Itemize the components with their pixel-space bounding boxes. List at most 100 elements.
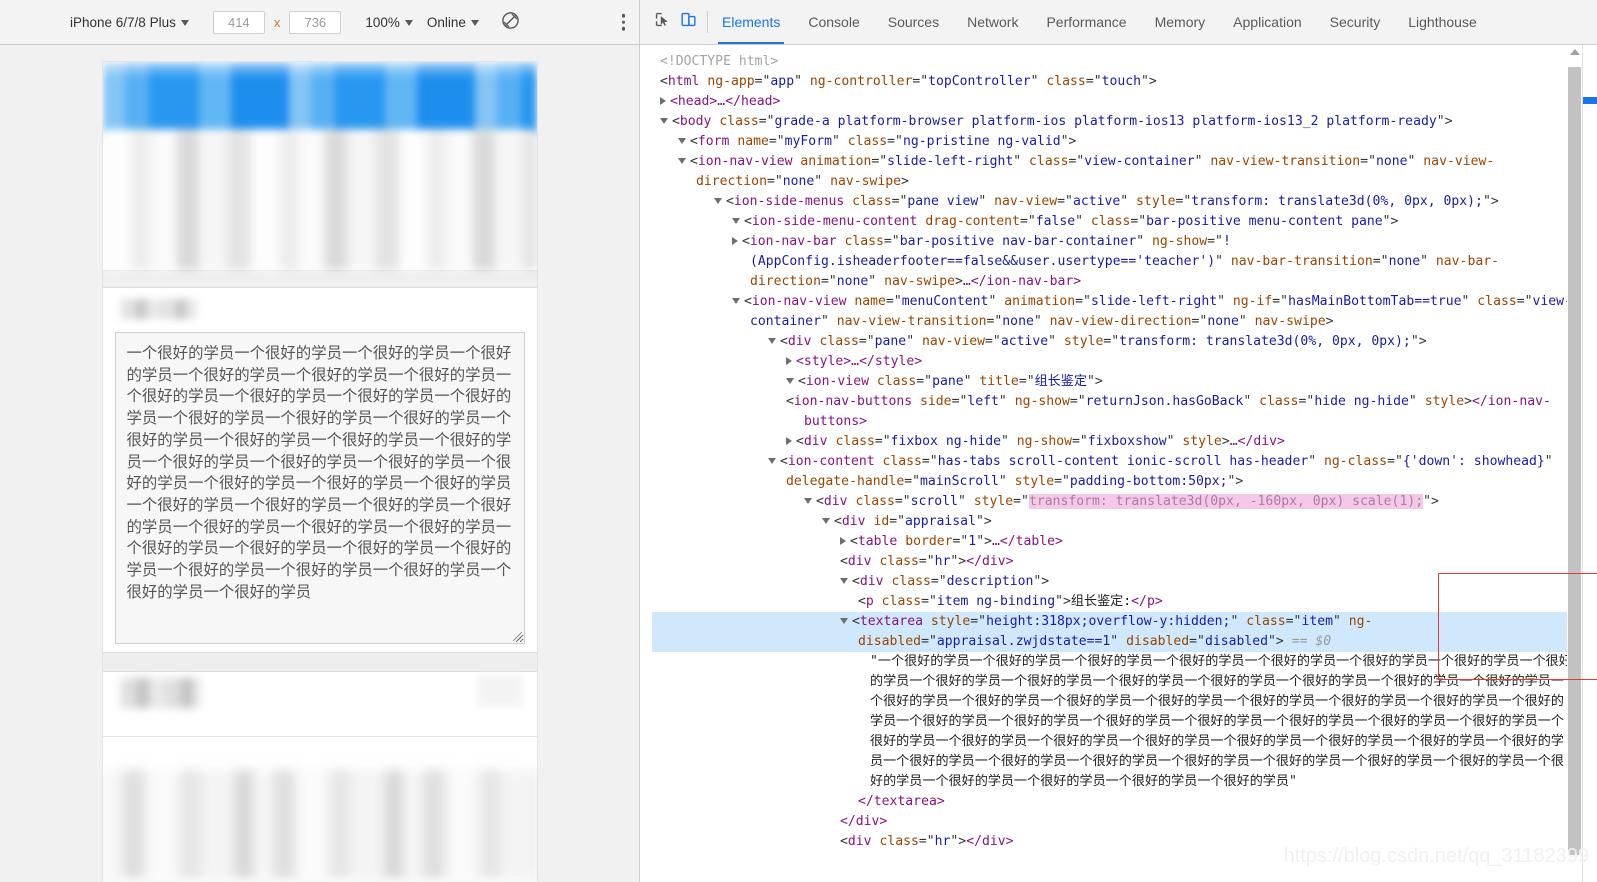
dom-node-ion-nav-bar[interactable]: <ion-nav-bar class="bar-positive nav-bar… xyxy=(652,232,1597,292)
collapse-arrow-icon[interactable] xyxy=(660,118,668,124)
bottom-tabs-blurred xyxy=(102,770,537,880)
dot xyxy=(621,13,625,18)
next-section-label-blurred xyxy=(102,672,537,736)
chevron-down-icon xyxy=(180,20,189,26)
devtools-window-scrollbar[interactable] xyxy=(1582,45,1597,882)
dom-node-p-item[interactable]: <p class="item ng-binding">组长鉴定:</p> xyxy=(652,592,1597,612)
collapse-arrow-icon[interactable] xyxy=(768,458,776,464)
device-emulation-pane: iPhone 6/7/8 Plus 414 x 736 100% Online xyxy=(0,0,640,882)
throttling-selector[interactable]: Online xyxy=(427,15,479,30)
collapse-arrow-icon[interactable] xyxy=(732,218,740,224)
collapse-arrow-icon[interactable] xyxy=(840,618,848,624)
collapse-arrow-icon[interactable] xyxy=(732,298,740,304)
viewport-height-value: 736 xyxy=(304,14,327,30)
hr-divider xyxy=(102,652,537,672)
dom-node-style[interactable]: <style>…</style> xyxy=(652,352,1597,372)
tab-elements[interactable]: Elements xyxy=(708,0,794,44)
collapse-arrow-icon[interactable] xyxy=(678,158,686,164)
collapse-arrow-icon[interactable] xyxy=(822,518,830,524)
watermark: https://blog.csdn.net/qq_31182399 xyxy=(1283,845,1589,867)
dimension-separator: x xyxy=(273,14,281,30)
dom-node-description-close[interactable]: </div> xyxy=(652,812,1597,832)
collapse-arrow-icon[interactable] xyxy=(714,198,722,204)
devtools-tabbar: Elements Console Sources Network Perform… xyxy=(640,0,1597,45)
appraisal-textarea[interactable]: 一个很好的学员一个很好的学员一个很好的学员一个很好的学员一个很好的学员一个很好的… xyxy=(114,332,525,644)
tab-application[interactable]: Application xyxy=(1219,0,1316,44)
expand-arrow-icon[interactable] xyxy=(786,357,792,365)
appraisal-table-blurred xyxy=(102,130,537,270)
tab-network[interactable]: Network xyxy=(953,0,1032,44)
tab-performance[interactable]: Performance xyxy=(1032,0,1140,44)
zoom-selector[interactable]: 100% xyxy=(365,15,413,30)
rotate-icon[interactable] xyxy=(501,11,520,33)
dom-node-doctype[interactable]: <!DOCTYPE html> xyxy=(652,52,1597,72)
expand-arrow-icon[interactable] xyxy=(840,537,846,545)
tab-sources[interactable]: Sources xyxy=(874,0,953,44)
throttling-label: Online xyxy=(426,14,466,30)
chevron-down-icon xyxy=(404,20,413,26)
dom-node-textarea-text[interactable]: "一个很好的学员一个很好的学员一个很好的学员一个很好的学员一个很好的学员一个很好… xyxy=(652,652,1597,792)
device-toolbar-more-options-button[interactable] xyxy=(621,13,625,31)
scrollbar-position-marker[interactable] xyxy=(1583,97,1597,104)
device-toolbar-icon[interactable] xyxy=(680,11,697,33)
dom-node-body[interactable]: <body class="grade-a platform-browser pl… xyxy=(652,112,1597,132)
dom-node-ion-nav-buttons[interactable]: <ion-nav-buttons side="left" ng-show="re… xyxy=(652,392,1597,432)
dom-node-fixbox[interactable]: <div class="fixbox ng-hide" ng-show="fix… xyxy=(652,432,1597,452)
expand-arrow-icon[interactable] xyxy=(786,437,792,445)
dot xyxy=(621,20,625,24)
expand-arrow-icon[interactable] xyxy=(732,237,738,245)
p-item-text: 组长鉴定: xyxy=(1070,594,1132,609)
dom-node-ion-view[interactable]: <ion-view class="pane" title="组长鉴定"> xyxy=(652,372,1597,392)
device-toolbar: iPhone 6/7/8 Plus 414 x 736 100% Online xyxy=(0,0,639,45)
device-selector[interactable]: iPhone 6/7/8 Plus xyxy=(70,15,189,30)
hr-divider xyxy=(102,270,537,288)
viewport-width-input[interactable]: 414 xyxy=(212,10,265,34)
app-header-blurred xyxy=(102,62,537,134)
dom-node-ion-nav-view-1[interactable]: <ion-nav-view animation="slide-left-righ… xyxy=(652,152,1597,192)
dom-node-head[interactable]: <head>…</head> xyxy=(652,92,1597,112)
tab-console[interactable]: Console xyxy=(794,0,873,44)
dom-node-hr-div-1[interactable]: <div class="hr"></div> xyxy=(652,552,1597,572)
viewport-width-value: 414 xyxy=(227,14,250,30)
dom-node-ion-nav-view-2[interactable]: <ion-nav-view name="menuContent" animati… xyxy=(652,292,1597,332)
zoom-label: 100% xyxy=(365,14,400,30)
collapse-arrow-icon[interactable] xyxy=(804,498,812,504)
collapse-arrow-icon[interactable] xyxy=(786,378,794,384)
highlighted-style-value: transform: translate3d(0px, -160px, 0px)… xyxy=(1028,494,1424,509)
expand-arrow-icon[interactable] xyxy=(660,97,666,105)
dom-node-ion-side-menu-content[interactable]: <ion-side-menu-content drag-content="fal… xyxy=(652,212,1597,232)
chevron-down-icon xyxy=(470,20,479,26)
dom-node-appraisal-div[interactable]: <div id="appraisal"> xyxy=(652,512,1597,532)
dom-node-textarea[interactable]: ••• <textarea style="height:318px;overfl… xyxy=(652,612,1597,652)
dom-node-form[interactable]: <form name="myForm" class="ng-pristine n… xyxy=(652,132,1597,152)
elements-tree-container[interactable]: <!DOCTYPE html> <html ng-app="app" ng-co… xyxy=(640,45,1597,882)
dom-node-ion-content[interactable]: <ion-content class="has-tabs scroll-cont… xyxy=(652,452,1597,492)
dom-node-description-div[interactable]: <div class="description"> xyxy=(652,572,1597,592)
dom-node-pane-div[interactable]: <div class="pane" nav-view="active" styl… xyxy=(652,332,1597,352)
tab-memory[interactable]: Memory xyxy=(1141,0,1220,44)
devtools-tab-list: Elements Console Sources Network Perform… xyxy=(708,0,1491,44)
dom-node-table[interactable]: <table border="1">…</table> xyxy=(652,532,1597,552)
collapse-arrow-icon[interactable] xyxy=(768,338,776,344)
dom-node-textarea-close[interactable]: </textarea> xyxy=(652,792,1597,812)
dom-node-ion-side-menus[interactable]: <ion-side-menus class="pane view" nav-vi… xyxy=(652,192,1597,212)
dom-node-html[interactable]: <html ng-app="app" ng-controller="topCon… xyxy=(652,72,1597,92)
next-section-body xyxy=(102,736,537,770)
tab-lighthouse[interactable]: Lighthouse xyxy=(1394,0,1491,44)
dom-tree[interactable]: <!DOCTYPE html> <html ng-app="app" ng-co… xyxy=(652,45,1597,882)
dom-node-scroll-div[interactable]: <div class="scroll" style="transform: tr… xyxy=(652,492,1597,512)
device-viewport[interactable]: 一个很好的学员一个很好的学员一个很好的学员一个很好的学员一个很好的学员一个很好的… xyxy=(102,62,537,882)
section-label-blurred xyxy=(102,288,537,332)
scroll-up-arrow-icon[interactable] xyxy=(1569,49,1580,55)
device-viewport-scroll[interactable]: 一个很好的学员一个很好的学员一个很好的学员一个很好的学员一个很好的学员一个很好的… xyxy=(0,45,639,882)
dom-tree-scrollbar[interactable] xyxy=(1567,45,1582,882)
collapse-arrow-icon[interactable] xyxy=(678,138,686,144)
collapse-arrow-icon[interactable] xyxy=(840,578,848,584)
tab-security[interactable]: Security xyxy=(1316,0,1395,44)
scrollbar-thumb[interactable] xyxy=(1568,67,1581,855)
selected-node-marker: == $0 xyxy=(1291,634,1332,649)
tree-gutter xyxy=(640,45,652,882)
device-selector-label: iPhone 6/7/8 Plus xyxy=(70,14,176,30)
inspect-cursor-icon[interactable] xyxy=(654,11,671,33)
viewport-height-input[interactable]: 736 xyxy=(289,10,342,34)
